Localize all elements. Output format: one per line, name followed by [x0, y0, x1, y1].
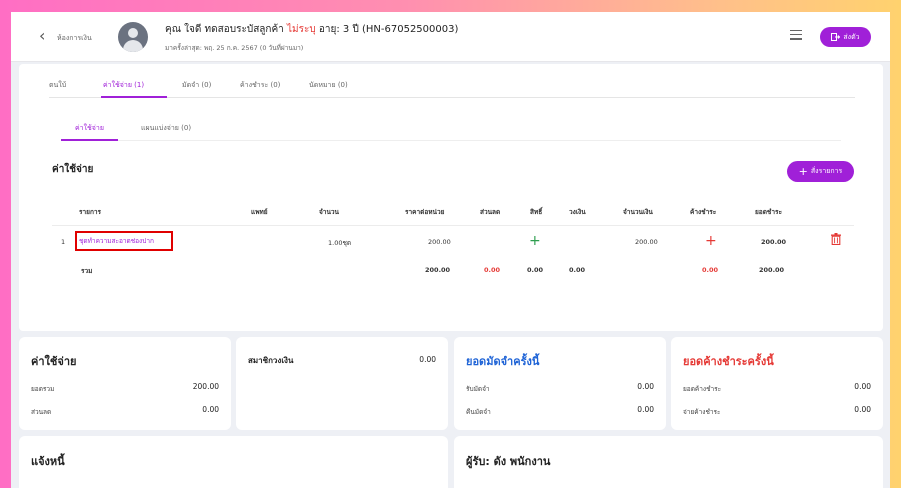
col-discount: ส่วนลด — [480, 208, 501, 216]
patient-name-text: คุณ ใจดี ทดสอบระบัสลูกค้า — [165, 24, 284, 35]
add-order-button[interactable]: + สั่งรายการ — [787, 161, 854, 182]
total-net: 200.00 — [759, 266, 785, 274]
section-title: ค่าใช้จ่าย — [52, 164, 94, 175]
summary-total-label: ยอดรวม — [31, 385, 55, 393]
outstanding-paid-value: 0.00 — [854, 405, 871, 414]
exit-icon — [831, 33, 841, 41]
tab-appointments[interactable]: นัดหมาย (0) — [309, 80, 348, 91]
app-window: ‹ ห้องการเงิน คุณ ใจดี ทดสอบระบัสลูกค้า … — [11, 12, 890, 488]
send-button[interactable]: ส่งตัว — [820, 27, 871, 47]
avatar — [118, 22, 148, 52]
secondary-tabs: ค่าใช้จ่าย แผนแบ่งจ่าย (0) — [61, 117, 841, 141]
summary-deposit-title: ยอดมัดจำครั้งนี้ — [466, 355, 540, 368]
active-tab-indicator — [101, 96, 167, 98]
summary-discount-label: ส่วนลด — [31, 408, 52, 416]
outstanding-amount-value: 0.00 — [854, 382, 871, 391]
deposit-returned-value: 0.00 — [637, 405, 654, 414]
trash-icon[interactable] — [831, 233, 841, 245]
add-order-label: สั่งรายการ — [810, 167, 843, 175]
summary-member-card: สมาชิกวงเงิน 0.00 — [236, 337, 448, 430]
back-link[interactable]: ห้องการเงิน — [57, 33, 92, 44]
primary-tabs: ตนใบ้ ค่าใช้จ่าย (1) มัดจำ (0) ค้างชำระ … — [49, 74, 855, 98]
total-rights: 0.00 — [527, 266, 544, 274]
col-rights: สิทธิ์ — [530, 208, 543, 216]
active-subtab-indicator — [61, 139, 118, 141]
expense-card: ตนใบ้ ค่าใช้จ่าย (1) มัดจำ (0) ค้างชำระ … — [19, 64, 883, 331]
col-item: รายการ — [79, 208, 102, 216]
hamburger-menu-icon[interactable] — [790, 30, 802, 40]
deposit-returned-label: คืนมัดจำ — [466, 408, 491, 416]
col-amount: จำนวนเงิน — [623, 208, 653, 216]
invoice-card: แจ้งหนี้ — [19, 436, 448, 488]
age-hn: อายุ: 3 ปี (HN-67052500003) — [318, 24, 459, 35]
col-unit-price: ราคาต่อหน่วย — [405, 208, 445, 216]
receiver-title: ผู้รับ: ดัง พนักงาน — [466, 455, 551, 468]
send-button-label: ส่งตัว — [843, 32, 860, 41]
row-number: 1 — [61, 238, 66, 246]
patient-name: คุณ ใจดี ทดสอบระบัสลูกค้า ไม่ระบุ อายุ: … — [165, 22, 458, 37]
total-discount: 0.00 — [484, 266, 501, 274]
add-rights-icon[interactable]: + — [529, 234, 541, 248]
summary-member-value: 0.00 — [419, 355, 436, 364]
row-qty: 1.00ชุด — [328, 239, 352, 247]
col-outstanding: ค้างชำระ — [690, 208, 717, 216]
add-outstanding-icon[interactable]: + — [705, 234, 717, 248]
summary-discount-value: 0.00 — [202, 405, 219, 414]
summary-outstanding-card: ยอดค้างชำระครั้งนี้ ยอดค้างชำระ 0.00 จ่า… — [671, 337, 883, 430]
invoice-title: แจ้งหนี้ — [31, 455, 65, 468]
col-qty: จำนวน — [319, 208, 339, 216]
tab-profile[interactable]: ตนใบ้ — [49, 80, 66, 91]
total-outstanding: 0.00 — [702, 266, 719, 274]
col-doctor: แพทย์ — [251, 208, 268, 216]
summary-total-value: 200.00 — [192, 382, 219, 391]
summary-deposit-card: ยอดมัดจำครั้งนี้ รับมัดจำ 0.00 คืนมัดจำ … — [454, 337, 666, 430]
tab-deposit[interactable]: มัดจำ (0) — [182, 80, 211, 91]
total-label: รวม — [81, 267, 93, 275]
insurance-status: ไม่ระบุ — [286, 24, 316, 35]
summary-expense-title: ค่าใช้จ่าย — [31, 355, 77, 368]
outstanding-amount-label: ยอดค้างชำระ — [683, 385, 722, 393]
col-credit: วงเงิน — [569, 208, 586, 216]
outstanding-paid-label: จ่ายค้างชำระ — [683, 408, 721, 416]
tab-expenses[interactable]: ค่าใช้จ่าย (1) — [103, 80, 144, 91]
tab-outstanding[interactable]: ค้างชำระ (0) — [240, 80, 280, 91]
col-net: ยอดชำระ — [755, 208, 782, 216]
patient-header: ‹ ห้องการเงิน คุณ ใจดี ทดสอบระบัสลูกค้า … — [11, 12, 890, 62]
plus-icon: + — [798, 165, 808, 178]
deposit-received-value: 0.00 — [637, 382, 654, 391]
last-visit: มาครั้งล่าสุด: พฤ. 25 ก.ค. 2567 (0 วันที… — [165, 44, 304, 52]
table-divider — [52, 225, 854, 226]
summary-expense-card: ค่าใช้จ่าย ยอดรวม 200.00 ส่วนลด 0.00 — [19, 337, 231, 430]
row-amount: 200.00 — [635, 238, 658, 246]
summary-member-title: สมาชิกวงเงิน — [248, 356, 294, 365]
total-unit-price: 200.00 — [425, 266, 451, 274]
total-credit: 0.00 — [569, 266, 586, 274]
deposit-received-label: รับมัดจำ — [466, 385, 490, 393]
subtab-expenses[interactable]: ค่าใช้จ่าย — [75, 123, 104, 134]
row-net: 200.00 — [761, 238, 787, 246]
row-unit-price: 200.00 — [428, 238, 451, 246]
item-link[interactable]: ชุดทำความสะอาดช่องปาก — [75, 231, 173, 251]
chevron-left-icon[interactable]: ‹ — [39, 28, 45, 44]
receiver-card: ผู้รับ: ดัง พนักงาน — [454, 436, 883, 488]
summary-outstanding-title: ยอดค้างชำระครั้งนี้ — [683, 355, 774, 368]
subtab-installment[interactable]: แผนแบ่งจ่าย (0) — [141, 123, 191, 134]
